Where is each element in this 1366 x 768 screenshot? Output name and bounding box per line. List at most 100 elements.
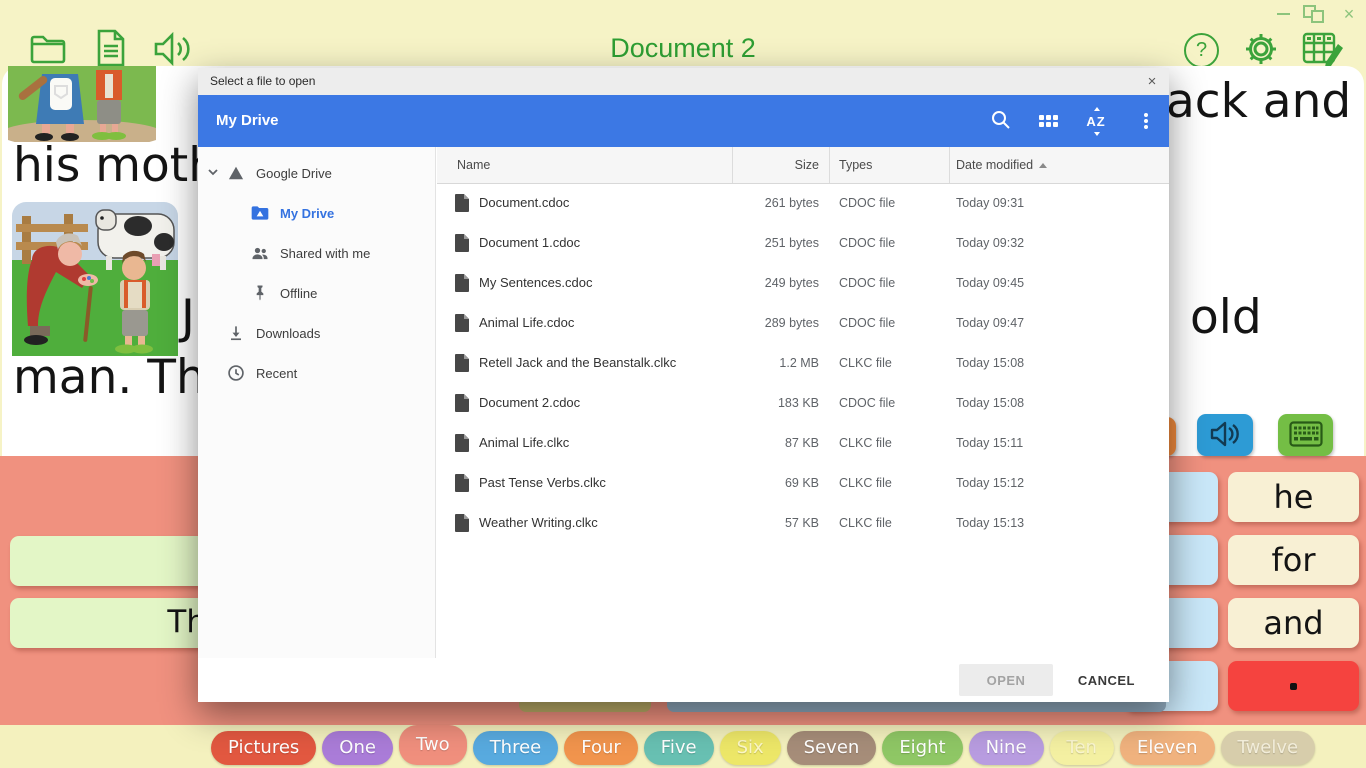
sidebar-item-label: Google Drive (256, 166, 332, 181)
column-header-types[interactable]: Types (839, 147, 872, 183)
minimize-button[interactable] (1272, 4, 1294, 24)
word-cell-green-th[interactable]: Th (10, 598, 210, 648)
file-date-modified: Today 09:31 (956, 183, 1024, 223)
file-list-header: Name Size Types Date modified (437, 147, 1169, 184)
file-icon (455, 234, 469, 252)
file-row[interactable]: Past Tense Verbs.clkc 69 KB CLKC file To… (437, 463, 1169, 503)
file-type: CDOC file (839, 303, 895, 343)
tab-label: Pictures (228, 737, 299, 758)
word-card-he[interactable]: he (1228, 472, 1359, 522)
file-size: 251 bytes (677, 223, 819, 263)
drive-icon (226, 163, 246, 183)
sidebar-item-recent[interactable]: Recent (198, 353, 435, 393)
tab-label: Six (737, 737, 764, 758)
tab-five[interactable]: Five (644, 731, 714, 765)
sort-alpha-button[interactable]: AZ (1080, 105, 1112, 137)
tab-six[interactable]: Six (720, 731, 781, 765)
tab-four[interactable]: Four (564, 731, 638, 765)
tab-nine[interactable]: Nine (969, 731, 1044, 765)
chevron-down-icon[interactable] (207, 166, 219, 181)
file-icon (455, 194, 469, 212)
kebab-icon (1144, 111, 1148, 131)
open-button[interactable]: OPEN (959, 664, 1053, 696)
tab-seven[interactable]: Seven (787, 731, 877, 765)
speak-selection-button[interactable] (1197, 414, 1253, 456)
pin-icon (250, 283, 270, 303)
file-icon (455, 394, 469, 412)
file-row[interactable]: Document 2.cdoc 183 KB CDOC file Today 1… (437, 383, 1169, 423)
file-icon (455, 354, 469, 372)
file-type: CLKC file (839, 343, 892, 383)
restore-button[interactable] (1305, 4, 1327, 24)
tab-label: Seven (804, 737, 860, 758)
tab-eight[interactable]: Eight (882, 731, 962, 765)
file-row[interactable]: Animal Life.cdoc 289 bytes CDOC file Tod… (437, 303, 1169, 343)
column-header-size[interactable]: Size (677, 147, 819, 183)
tab-eleven[interactable]: Eleven (1120, 731, 1215, 765)
sidebar-item-shared-with-me[interactable]: Shared with me (198, 233, 435, 273)
tab-pictures[interactable]: Pictures (211, 731, 316, 765)
grid-view-button[interactable] (1032, 105, 1064, 137)
tab-twelve[interactable]: Twelve (1221, 731, 1316, 765)
tab-ten[interactable]: Ten (1050, 731, 1114, 765)
help-button[interactable]: ? (1184, 33, 1219, 68)
settings-button[interactable] (1243, 31, 1279, 70)
sidebar-item-downloads[interactable]: Downloads (198, 313, 435, 353)
edit-grid-button[interactable] (1302, 30, 1344, 71)
column-header-date-modified[interactable]: Date modified (956, 147, 1047, 183)
current-location-label: My Drive (216, 95, 279, 147)
file-row[interactable]: Retell Jack and the Beanstalk.clkc 1.2 M… (437, 343, 1169, 383)
file-name: Animal Life.clkc (479, 423, 569, 463)
file-date-modified: Today 15:13 (956, 503, 1024, 543)
file-open-dialog: Select a file to open × My Drive AZ Goog… (198, 68, 1169, 702)
tab-label: Eleven (1137, 737, 1198, 758)
search-button[interactable] (985, 105, 1017, 137)
tab-one[interactable]: One (322, 731, 393, 765)
word-cell-green[interactable] (10, 536, 210, 586)
tab-label: Eight (899, 737, 945, 758)
tab-two[interactable]: Two (399, 725, 467, 765)
file-type: CDOC file (839, 383, 895, 423)
illustration-jack-and-mother (8, 66, 156, 147)
file-row[interactable]: Document 1.cdoc 251 bytes CDOC file Toda… (437, 223, 1169, 263)
sidebar-item-google-drive[interactable]: Google Drive (198, 153, 435, 193)
column-header-name[interactable]: Name (457, 147, 490, 183)
help-icon: ? (1184, 33, 1219, 68)
file-date-modified: Today 09:47 (956, 303, 1024, 343)
file-icon (455, 274, 469, 292)
tab-strip: Pictures OneTwoThreeFourFive Six Seven Eight… (0, 725, 1366, 768)
file-icon (455, 474, 469, 492)
file-list: Name Size Types Date modified Document.c… (437, 147, 1169, 658)
keyboard-button[interactable] (1278, 414, 1333, 456)
file-icon (455, 434, 469, 452)
file-name: Animal Life.cdoc (479, 303, 574, 343)
tab-three[interactable]: Three (473, 731, 559, 765)
file-size: 1.2 MB (677, 343, 819, 383)
dialog-footer: OPEN CANCEL (198, 658, 1169, 702)
file-name: Weather Writing.clkc (479, 503, 598, 543)
tab-row: Pictures OneTwoThreeFourFive Six Seven Eight… (211, 725, 1315, 768)
file-row[interactable]: Document.cdoc 261 bytes CDOC file Today … (437, 183, 1169, 223)
more-menu-button[interactable] (1130, 105, 1162, 137)
word-label: and (1263, 604, 1323, 642)
close-window-button[interactable]: × (1338, 4, 1360, 24)
sidebar-item-offline[interactable]: Offline (198, 273, 435, 313)
file-row[interactable]: Weather Writing.clkc 57 KB CLKC file Tod… (437, 503, 1169, 543)
period-dot (1290, 683, 1297, 690)
file-type: CLKC file (839, 423, 892, 463)
word-card-for[interactable]: for (1228, 535, 1359, 585)
file-row[interactable]: My Sentences.cdoc 249 bytes CDOC file To… (437, 263, 1169, 303)
cancel-button[interactable]: CANCEL (1072, 664, 1141, 696)
file-icon (455, 314, 469, 332)
word-card-and[interactable]: and (1228, 598, 1359, 648)
file-size: 249 bytes (677, 263, 819, 303)
word-card-period[interactable]: . (1228, 661, 1359, 711)
file-date-modified: Today 15:08 (956, 383, 1024, 423)
sidebar-item-my-drive[interactable]: My Drive (198, 193, 435, 233)
file-row[interactable]: Animal Life.clkc 87 KB CLKC file Today 1… (437, 423, 1169, 463)
word-label: for (1272, 541, 1316, 579)
file-name: Past Tense Verbs.clkc (479, 463, 606, 503)
file-date-modified: Today 15:12 (956, 463, 1024, 503)
grid-view-icon (1039, 115, 1058, 127)
dialog-close-button[interactable]: × (1141, 68, 1163, 95)
